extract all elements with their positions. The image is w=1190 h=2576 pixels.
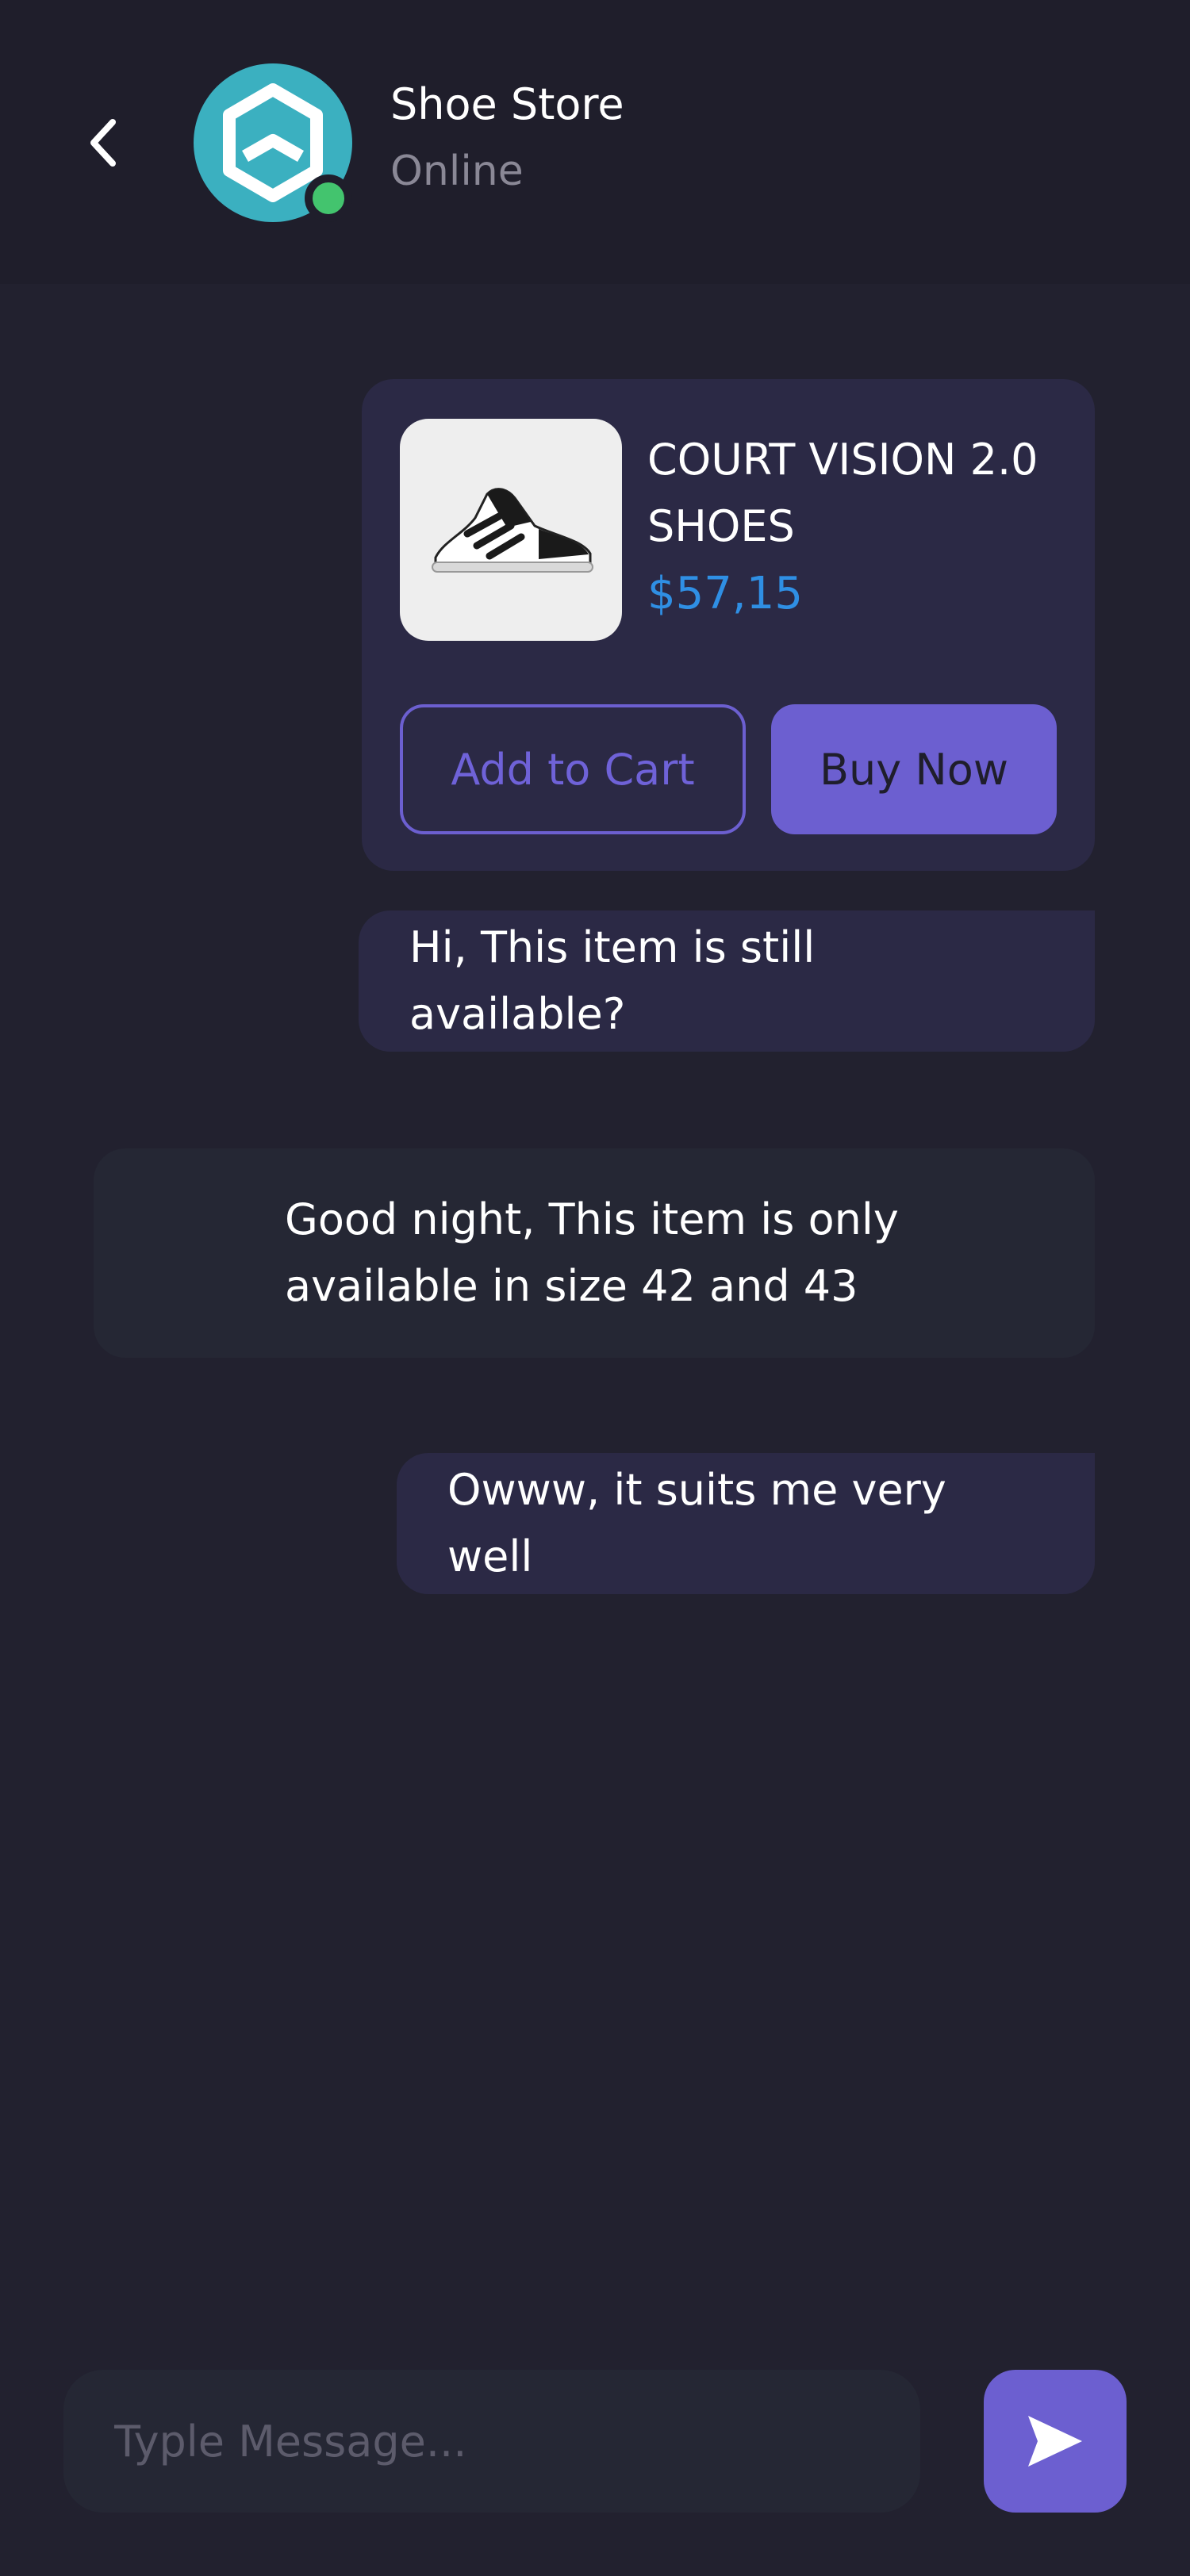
- chevron-left-icon: [90, 119, 116, 167]
- message-bubble-outgoing: Hi, This item is still available?: [359, 910, 1095, 1052]
- product-title: COURT VISION 2.0 SHOES: [647, 435, 1038, 551]
- message-input-container: [63, 2370, 920, 2513]
- online-status-dot: [305, 174, 352, 222]
- sneaker-icon: [432, 488, 593, 573]
- add-to-cart-button[interactable]: Add to Cart: [400, 704, 746, 834]
- message-text: Hi, This item is still available?: [409, 922, 816, 1039]
- send-button[interactable]: [984, 2370, 1127, 2513]
- store-status: Online: [390, 148, 524, 195]
- message-text: Good night, This item is only available …: [285, 1194, 899, 1311]
- send-icon: [1028, 2416, 1082, 2467]
- message-input[interactable]: [114, 2416, 920, 2467]
- store-name: Shoe Store: [390, 79, 624, 129]
- message-bubble-outgoing: Owww, it suits me very well: [397, 1453, 1095, 1594]
- message-bubble-incoming: Good night, This item is only available …: [94, 1148, 1095, 1358]
- product-image[interactable]: [400, 419, 622, 641]
- back-button[interactable]: [79, 111, 127, 174]
- message-text: Owww, it suits me very well: [447, 1465, 946, 1581]
- buy-now-button[interactable]: Buy Now: [771, 704, 1057, 834]
- product-card: COURT VISION 2.0 SHOES $57,15 Add to Car…: [362, 379, 1095, 871]
- chat-header: Shoe Store Online: [0, 0, 1190, 284]
- product-price: $57,15: [647, 568, 803, 619]
